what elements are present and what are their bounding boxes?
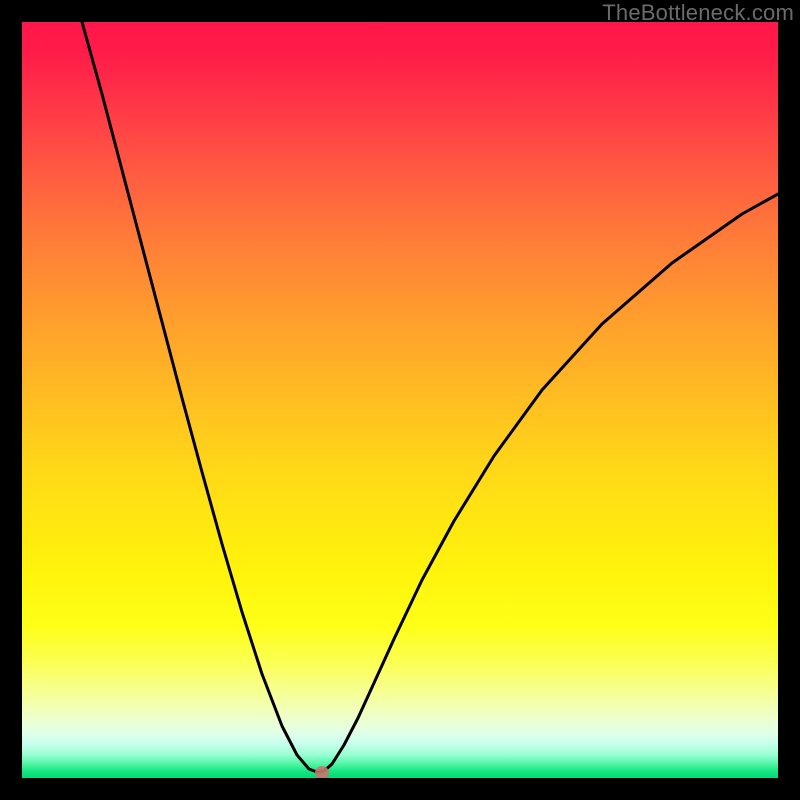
plot-area	[22, 22, 778, 778]
curve-path	[82, 22, 778, 772]
minimum-marker	[315, 766, 329, 778]
bottleneck-curve	[22, 22, 778, 778]
chart-frame: TheBottleneck.com	[0, 0, 800, 800]
